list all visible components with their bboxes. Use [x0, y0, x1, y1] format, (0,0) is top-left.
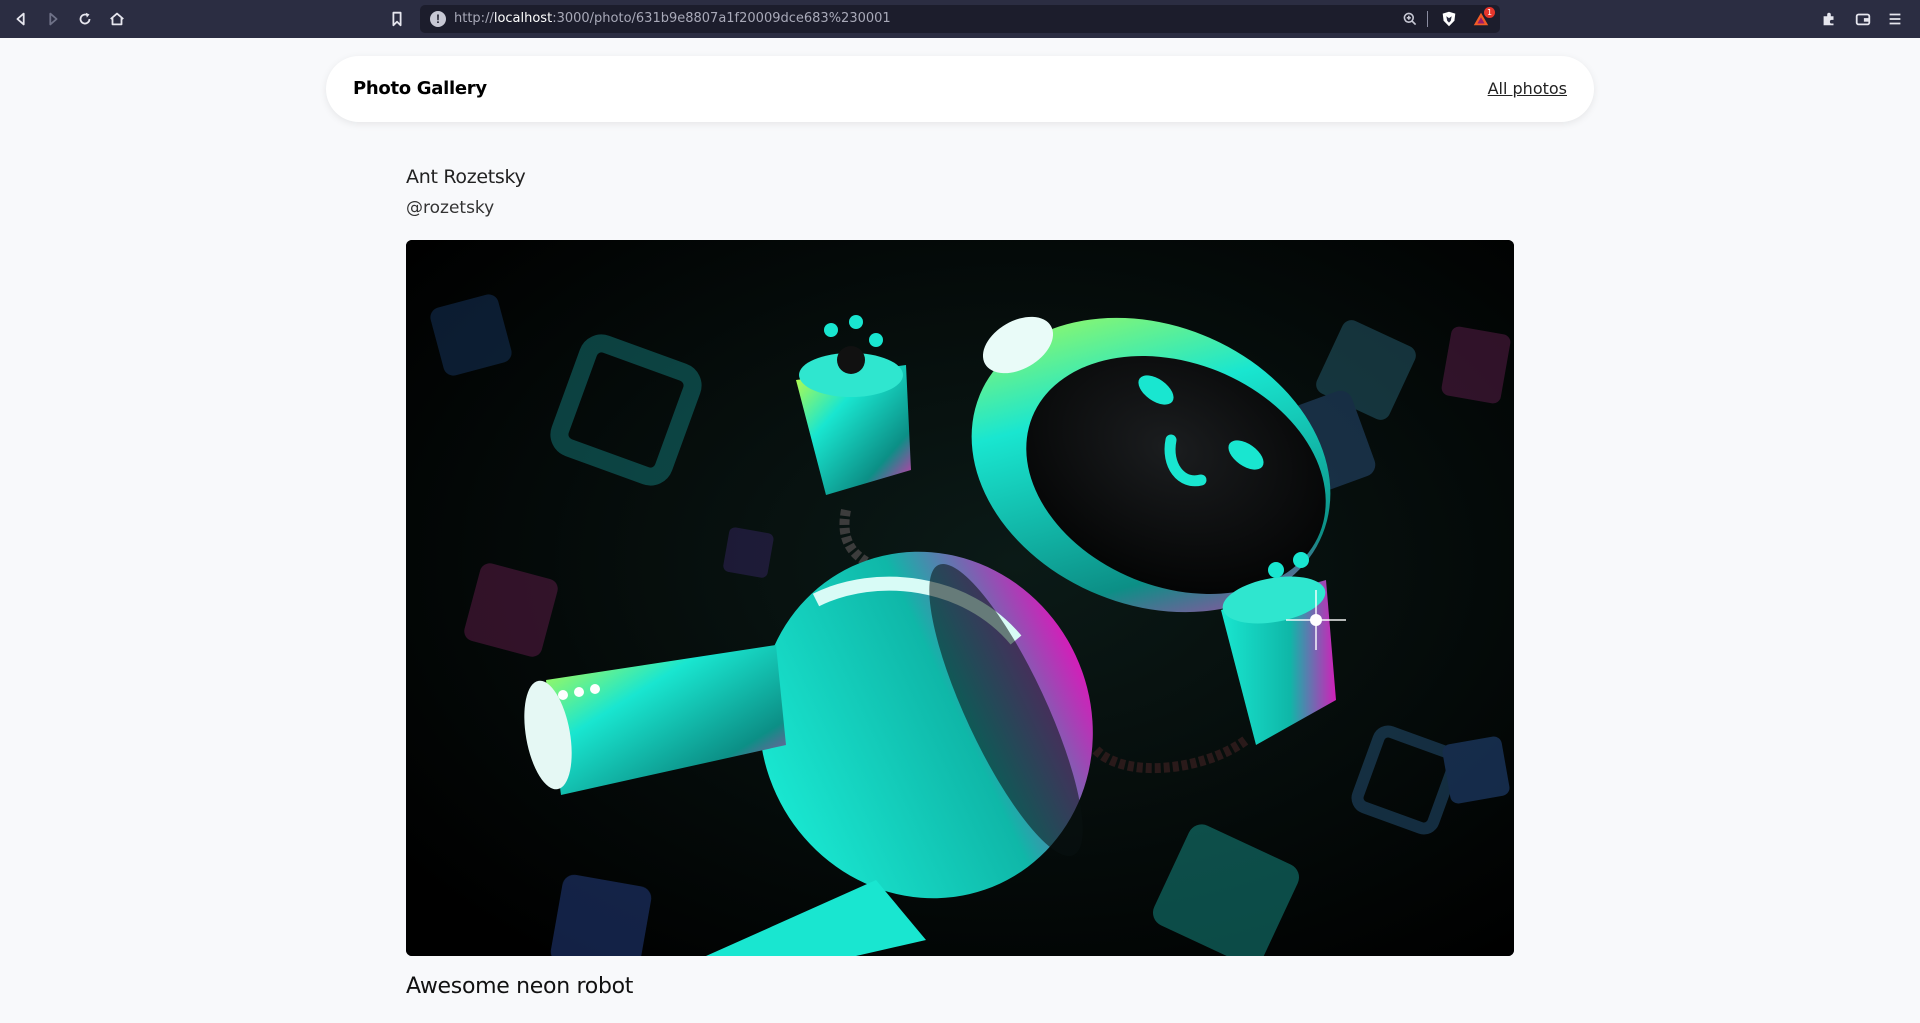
- home-icon[interactable]: [106, 8, 128, 30]
- all-photos-link[interactable]: All photos: [1488, 56, 1567, 122]
- forward-icon[interactable]: [42, 8, 64, 30]
- extensions-icon[interactable]: [1818, 8, 1840, 30]
- info-icon[interactable]: !: [430, 11, 446, 27]
- author-name: Ant Rozetsky: [406, 166, 526, 188]
- rewards-icon[interactable]: 1: [1472, 7, 1495, 33]
- browser-toolbar: ! http://localhost:3000/photo/631b9e8807…: [0, 0, 1920, 38]
- url-text[interactable]: http://localhost:3000/photo/631b9e8807a1…: [454, 5, 891, 33]
- menu-icon[interactable]: [1884, 8, 1906, 30]
- address-bar[interactable]: ! http://localhost:3000/photo/631b9e8807…: [420, 5, 1500, 33]
- site-navbar: Photo Gallery All photos: [326, 56, 1594, 122]
- site-brand[interactable]: Photo Gallery: [353, 56, 487, 122]
- author-handle: @rozetsky: [406, 198, 495, 218]
- bookmark-icon[interactable]: [386, 8, 408, 30]
- wallet-icon[interactable]: [1852, 8, 1874, 30]
- rewards-badge: 1: [1484, 7, 1495, 18]
- back-icon[interactable]: [10, 8, 32, 30]
- brave-shield-icon[interactable]: [1440, 10, 1458, 33]
- zoom-icon[interactable]: [1402, 11, 1418, 32]
- photo-image: [406, 240, 1514, 956]
- reload-icon[interactable]: [74, 8, 96, 30]
- photo-caption: Awesome neon robot: [406, 974, 634, 999]
- divider: [1427, 11, 1428, 27]
